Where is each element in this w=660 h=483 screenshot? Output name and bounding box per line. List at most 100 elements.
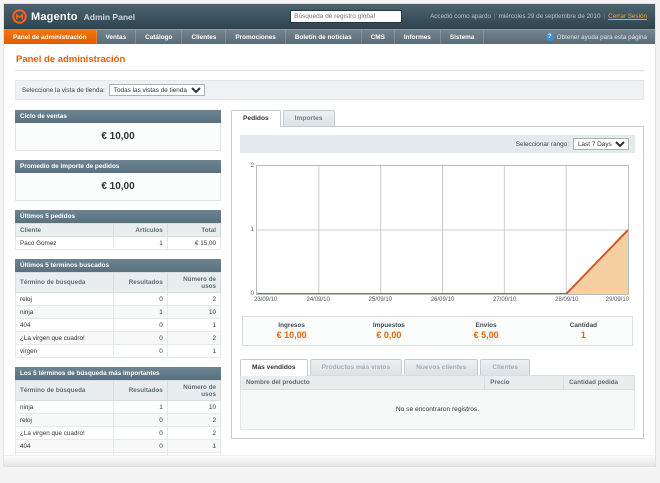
- stat-label: Cantidad: [569, 322, 598, 329]
- nav-item-cms[interactable]: CMS: [362, 30, 395, 44]
- tab-most-viewed[interactable]: Productos más vistos: [309, 359, 403, 375]
- table-row: 404 0 1: [14, 318, 222, 332]
- last-orders-table: Cliente Artículos Total Paco Gomez 1 € 15,…: [14, 223, 222, 250]
- table-row: ninja 1 10: [14, 305, 222, 319]
- col-header-product: Nombre del producto: [239, 375, 486, 390]
- nav-item-customers[interactable]: Clientes: [182, 30, 227, 44]
- logo-name: Magento: [31, 10, 78, 23]
- tab-new-customers[interactable]: Nuevos clientes: [404, 359, 479, 375]
- store-view-select[interactable]: Todas las vistas de tienda: [108, 84, 205, 96]
- tab-amounts[interactable]: Importes: [282, 110, 335, 126]
- table-row: ¿La virgen que cuadro! 0 2: [14, 331, 222, 345]
- col-header: Resultados: [113, 272, 168, 293]
- products-tabs: Más vendidos Productos más vistos Nuevos…: [240, 359, 635, 376]
- col-header: Número de usos: [166, 272, 222, 293]
- header-user-area: Accedió como apardo | miércoles 29 de se…: [430, 13, 647, 20]
- col-header: Número de usos: [166, 380, 222, 401]
- top-search-terms-box: Los 5 términos de búsqueda más important…: [14, 367, 222, 466]
- x-axis-tick: 26/09/10: [430, 297, 455, 303]
- table-row: virgen 0 1: [14, 344, 222, 358]
- logged-in-as: Accedió como apardo: [430, 13, 491, 20]
- stat-quantity: Cantidad 1: [535, 322, 632, 340]
- x-axis-tick: 24/09/10: [306, 297, 330, 303]
- bottom-strip: [4, 455, 655, 466]
- logo-suffix: Admin Panel: [83, 11, 136, 22]
- magento-logo-icon: [12, 9, 27, 24]
- table-row: reloj 0 2: [14, 413, 222, 427]
- x-axis-tick: 25/09/10: [368, 297, 393, 303]
- last-orders-title: Últimos 5 pedidos: [15, 210, 221, 223]
- app-window: Magento Admin Panel Accedió como apardo …: [3, 3, 656, 467]
- chart-x-axis-labels: 23/09/10 24/09/10 25/09/10 26/09/10 27/09/10…: [254, 297, 629, 306]
- empty-grid-message: No se encontraron registros.: [240, 389, 635, 430]
- nav-item-newsletter[interactable]: Boletín de noticias: [286, 30, 362, 44]
- average-order-box: Promedio de importe de pedidos € 10,00: [15, 160, 221, 201]
- table-row: ¿La virgen que cuadro! 0 2: [14, 426, 222, 440]
- nav-item-dashboard[interactable]: Panel de administración: [4, 30, 97, 44]
- chart-tabs: Pedidos Importes: [231, 110, 644, 127]
- col-header: Resultados: [113, 380, 168, 401]
- nav-item-sales[interactable]: Ventas: [97, 30, 137, 44]
- dashboard-right-column: Pedidos Importes Seleccionar rango: Last…: [231, 110, 644, 439]
- last-orders-box: Últimos 5 pedidos Cliente Artículos Tota…: [14, 210, 222, 250]
- orders-chart: 0 1 2 23/09/10 24/09/10 25/09/10 26/09/10 27/0…: [251, 163, 629, 306]
- last-search-terms-table: Término de búsqueda Resultados Número de…: [14, 272, 222, 358]
- col-header-price: Precio: [484, 375, 565, 390]
- bestsellers-grid: Nombre del producto Precio Cantidad pedi…: [239, 375, 635, 430]
- stat-value: € 5,00: [473, 330, 499, 340]
- help-icon: ?: [545, 33, 554, 41]
- stat-label: Envíos: [475, 322, 497, 329]
- main-nav: Panel de administración Ventas Catálogo …: [4, 29, 655, 44]
- stat-label: Ingresos: [278, 322, 305, 329]
- x-axis-tick: 29/09/10: [605, 297, 629, 303]
- help-label: Obtener ayuda para esta página: [556, 33, 647, 41]
- last-search-terms-box: Últimos 5 términos buscados Término de b…: [14, 259, 222, 358]
- stat-revenue: Ingresos € 10,00: [243, 322, 340, 340]
- table-row: 404 0 1: [14, 439, 222, 453]
- col-header-qty: Cantidad pedida: [563, 375, 635, 390]
- tab-orders[interactable]: Pedidos: [231, 110, 281, 127]
- table-row: Paco Gomez 1 € 15,00: [14, 236, 222, 250]
- lifetime-sales-title: Ciclo de ventas: [15, 110, 221, 123]
- range-select[interactable]: Last 7 Days: [573, 138, 629, 150]
- y-axis-tick: 0: [250, 291, 254, 297]
- current-date: miércoles 29 de septiembre de 2010: [498, 13, 601, 20]
- totals-bar: Ingresos € 10,00 Impuestos € 0,00 Envíos…: [242, 316, 633, 346]
- col-header: Término de búsqueda: [14, 380, 115, 401]
- magento-logo: Magento Admin Panel: [12, 9, 135, 24]
- lifetime-sales-box: Ciclo de ventas € 10,00: [15, 110, 221, 151]
- nav-item-reports[interactable]: Informes: [395, 30, 441, 44]
- average-order-value: € 10,00: [15, 173, 221, 201]
- dashboard-left-column: Ciclo de ventas € 10,00 Promedio de impo…: [14, 110, 222, 475]
- nav-item-catalog[interactable]: Catálogo: [136, 30, 183, 44]
- y-axis-tick: 1: [250, 227, 254, 233]
- separator: |: [493, 13, 496, 20]
- store-view-switcher: Seleccione la vista de tienda: Todas las…: [15, 80, 644, 100]
- table-row: reloj 0 2: [14, 292, 222, 306]
- col-header: Cliente: [14, 223, 115, 237]
- store-view-label: Seleccione la vista de tienda:: [22, 86, 105, 94]
- logout-link[interactable]: Cerrar Sesión: [608, 13, 647, 20]
- chart-plot-area: 0 1 2: [251, 163, 629, 297]
- top-search-terms-table: Término de búsqueda Resultados Número de…: [14, 380, 222, 466]
- get-help-link[interactable]: ? Obtener ayuda para esta página: [545, 30, 655, 44]
- dashboard-panel: Seleccionar rango: Last 7 Days 0 1 2 23/09…: [231, 126, 644, 439]
- col-header: Total: [166, 223, 222, 237]
- average-order-title: Promedio de importe de pedidos: [15, 160, 221, 173]
- global-search-input[interactable]: [290, 10, 403, 23]
- y-axis-tick: 2: [250, 163, 254, 169]
- tab-customers[interactable]: Clientes: [480, 359, 531, 375]
- stat-shipping: Envíos € 5,00: [438, 322, 535, 340]
- range-label: Seleccionar rango:: [515, 140, 569, 148]
- last-search-terms-title: Últimos 5 términos buscados: [15, 259, 221, 272]
- nav-item-promotions[interactable]: Promociones: [226, 30, 286, 44]
- range-bar: Seleccionar rango: Last 7 Days: [240, 135, 635, 153]
- col-header: Término de búsqueda: [14, 272, 115, 293]
- page-content: Panel de administración Seleccione la vi…: [4, 44, 655, 483]
- separator: |: [603, 13, 606, 20]
- nav-item-system[interactable]: Sistema: [441, 30, 485, 44]
- stat-tax: Impuestos € 0,00: [340, 322, 437, 340]
- stat-label: Impuestos: [372, 322, 405, 329]
- tab-bestsellers[interactable]: Más vendidos: [240, 359, 308, 376]
- header-bar: Magento Admin Panel Accedió como apardo …: [4, 4, 655, 29]
